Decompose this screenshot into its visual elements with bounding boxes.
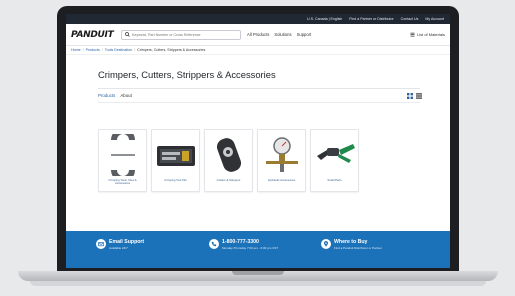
phone-hours: Monday-Thursday 7:00 am - 6:00 pm CST	[222, 246, 279, 250]
phone-number: 1-800-777-3300	[222, 239, 259, 245]
category-label: Small Parts	[327, 178, 342, 182]
my-account-link[interactable]: My Account	[425, 17, 444, 21]
materials-list-label: List of Materials	[416, 32, 445, 37]
email-support[interactable]: Email Support Available 24/7	[96, 239, 144, 250]
materials-list-link[interactable]: List of Materials	[410, 32, 445, 37]
region-selector[interactable]: U.S. Canada | English	[307, 17, 342, 21]
breadcrumb-tools[interactable]: Tools Destination	[105, 48, 132, 52]
nav-support[interactable]: Support	[297, 32, 312, 37]
divider	[98, 102, 420, 103]
category-label: Cutters & Strippers	[216, 178, 241, 182]
laptop-screen: U.S. Canada | English Find a Partner or …	[66, 14, 450, 268]
grid-view-icon[interactable]	[407, 93, 413, 99]
where-to-buy[interactable]: Where to Buy Find a Panduit Distributor …	[321, 239, 382, 250]
category-label: Crimping Tools, Dies & Accessories	[108, 178, 137, 186]
hydraulic-pump-gauge-icon	[265, 137, 298, 172]
page-title: Crimpers, Cutters, Strippers & Accessori…	[98, 69, 276, 80]
search-icon	[125, 32, 130, 37]
breadcrumb-home[interactable]: Home	[71, 48, 81, 52]
search-input[interactable]	[132, 32, 232, 37]
where-to-buy-sub: Find a Panduit Distributor or Partner	[334, 246, 383, 250]
category-card[interactable]: Small Parts	[310, 129, 359, 192]
email-icon	[96, 239, 106, 249]
breadcrumb-separator: /	[101, 48, 103, 52]
email-support-title: Email Support	[109, 239, 145, 245]
panduit-logo[interactable]: PANDUIT	[71, 30, 115, 40]
nav-solutions[interactable]: Solutions	[274, 32, 291, 37]
category-card[interactable]: Crimping Tool Kits	[151, 129, 200, 192]
breadcrumb: Home / Products / Tools Destination / Cr…	[66, 46, 450, 55]
list-icon	[410, 32, 415, 37]
content-tabs: Products About	[98, 93, 132, 98]
location-pin-icon	[321, 239, 331, 249]
tab-products[interactable]: Products	[98, 93, 115, 98]
category-card[interactable]: Crimping Tools, Dies & Accessories	[98, 129, 147, 192]
cable-stripper-icon	[216, 138, 241, 172]
category-card[interactable]: Cutters & Strippers	[204, 129, 253, 192]
laptop-shadow	[30, 281, 486, 286]
email-support-sub: Available 24/7	[109, 246, 128, 250]
laptop-notch	[232, 271, 284, 275]
find-partner-link[interactable]: Find a Partner or Distributor	[349, 17, 393, 21]
search-box[interactable]	[121, 29, 241, 40]
contact-link[interactable]: Contact Us	[401, 17, 419, 21]
breadcrumb-separator: /	[82, 48, 84, 52]
category-label: Crimping Tool Kits	[164, 178, 187, 182]
divider	[98, 88, 420, 89]
breadcrumb-products[interactable]: Products	[86, 48, 100, 52]
utility-bar: U.S. Canada | English Find a Partner or …	[66, 14, 450, 24]
nav-all-products[interactable]: All Products	[247, 32, 269, 37]
site-header: PANDUIT All Products Solutions Support L…	[66, 24, 450, 46]
category-card[interactable]: Hydraulic Accessories	[257, 129, 306, 192]
list-view-icon[interactable]	[416, 93, 422, 99]
tool-kit-case-icon	[156, 146, 195, 166]
phone-icon	[209, 239, 219, 249]
breadcrumb-separator: /	[134, 48, 136, 52]
main-content: Crimpers, Cutters, Strippers & Accessori…	[66, 55, 450, 217]
where-to-buy-title: Where to Buy	[334, 239, 368, 245]
phone-support[interactable]: 1-800-777-3300 Monday-Thursday 7:00 am -…	[209, 239, 278, 250]
crimping-die-icon	[110, 134, 135, 176]
product-category-grid: Crimping Tools, Dies & Accessories Crimp…	[98, 129, 359, 192]
tab-about[interactable]: About	[120, 93, 131, 98]
main-nav: All Products Solutions Support	[247, 32, 311, 37]
view-toggle	[407, 93, 422, 99]
category-label: Hydraulic Accessories	[267, 178, 296, 182]
hydraulic-crimper-icon	[316, 144, 355, 163]
breadcrumb-current: Crimpers, Cutters, Strippers & Accessori…	[137, 48, 206, 52]
support-footer: Email Support Available 24/7 1-800-777-3…	[66, 231, 450, 268]
